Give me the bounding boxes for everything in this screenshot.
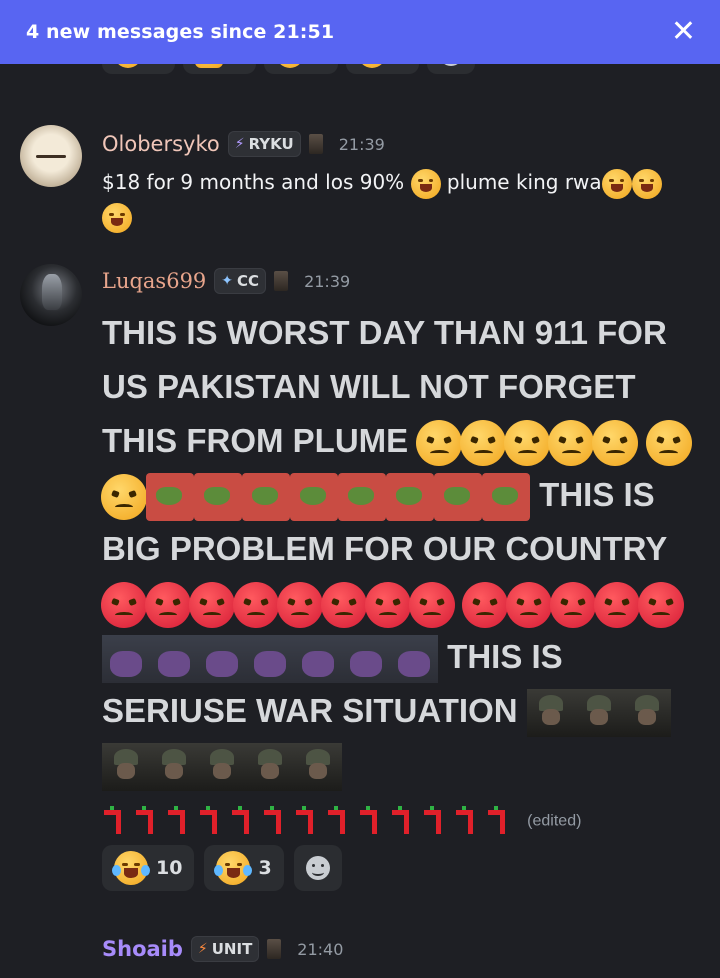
add-reaction-button[interactable] <box>293 845 342 891</box>
avatar[interactable] <box>20 125 82 187</box>
pepe-rage-icon <box>434 473 482 522</box>
rage-face-icon <box>550 582 597 629</box>
chart-down-icon <box>198 806 228 836</box>
message-olobersyko: Olobersyko ⚡ RYKU 21:39 $18 for 9 months… <box>0 125 720 245</box>
rage-face-icon <box>233 582 279 629</box>
angry-face-icon <box>548 420 595 467</box>
chart-down-icon <box>294 806 324 836</box>
chart-down-icon <box>102 806 132 836</box>
chart-down-icon <box>326 806 356 836</box>
angry-face-icon <box>460 420 507 467</box>
chart-down-icon <box>166 806 196 836</box>
rofl-icon <box>631 168 662 199</box>
timestamp: 21:40 <box>297 939 344 959</box>
soldier-icon <box>622 689 671 738</box>
reaction-bar: 10 3 <box>102 845 342 891</box>
soldier-icon <box>150 743 198 792</box>
rofl-icon <box>601 168 632 199</box>
rage-face-icon <box>506 582 553 629</box>
pepe-rage-icon <box>146 473 194 522</box>
angry-face-icon <box>592 420 639 467</box>
rofl-icon <box>410 168 441 199</box>
reaction-joy[interactable]: 3 <box>204 845 284 891</box>
rage-face-icon <box>145 582 191 629</box>
chart-down-icon <box>454 806 484 836</box>
pepe-rage-icon <box>242 473 290 522</box>
rage-face-icon <box>594 582 641 629</box>
rage-face-icon <box>321 582 367 629</box>
angry-cat-icon <box>390 635 438 684</box>
new-messages-banner[interactable]: 4 new messages since 21:51 ✕ <box>0 0 720 64</box>
soldier-icon <box>102 743 150 792</box>
rage-face-icon <box>462 582 509 629</box>
rage-face-icon <box>638 582 685 629</box>
soldier-icon <box>198 743 246 792</box>
pepe-rage-icon <box>482 473 530 522</box>
smile-icon <box>305 856 330 880</box>
server-tag[interactable]: ⚡ UNIT <box>190 936 260 962</box>
chart-down-icon <box>262 806 292 836</box>
pepe-rage-icon <box>290 473 338 522</box>
message-luqas699: Luqas699 ✦ CC 21:39 THIS IS WORST DAY TH… <box>0 260 720 900</box>
username[interactable]: Shoaib <box>102 937 183 961</box>
rofl-icon <box>112 851 150 885</box>
chart-down-icon <box>134 806 164 836</box>
soldier-icon <box>574 689 623 738</box>
server-tag[interactable]: ✦ CC <box>214 268 267 294</box>
reaction-rofl[interactable]: 10 <box>102 845 195 891</box>
close-icon[interactable]: ✕ <box>671 17 696 47</box>
angry-face-icon <box>416 420 463 467</box>
message-content: THIS IS WORST DAY THAN 911 FOR US PAKIST… <box>101 306 702 848</box>
angry-cat-icon <box>198 635 246 684</box>
angry-cat-icon <box>150 635 198 684</box>
chart-down-icon <box>422 806 452 836</box>
chart-down-icon <box>390 806 420 836</box>
role-icon <box>267 939 282 959</box>
timestamp: 21:39 <box>338 134 385 154</box>
server-tag[interactable]: ⚡ RYKU <box>227 131 301 157</box>
username[interactable]: Olobersyko <box>102 132 220 156</box>
soldier-icon <box>526 689 575 738</box>
avatar[interactable] <box>20 264 82 326</box>
pepe-rage-icon <box>194 473 242 522</box>
chart-down-icon <box>358 806 388 836</box>
rage-face-icon <box>189 582 235 629</box>
angry-face-icon <box>101 474 147 521</box>
message-shoaib: Shoaib ⚡ UNIT 21:40 <box>0 930 720 978</box>
angry-cat-icon <box>102 635 150 684</box>
role-icon <box>274 271 289 291</box>
rage-face-icon <box>101 582 147 629</box>
lightning-icon: ⚡ <box>197 941 208 957</box>
rage-face-icon <box>409 582 455 629</box>
angry-cat-icon <box>342 635 390 684</box>
angry-face-icon <box>645 420 692 467</box>
edited-label: (edited) <box>527 812 582 830</box>
pepe-rage-icon <box>338 473 386 522</box>
pepe-rage-icon <box>386 473 434 522</box>
lightning-icon: ⚡ <box>234 136 245 152</box>
soldier-icon <box>246 743 294 792</box>
angry-cat-icon <box>246 635 294 684</box>
rofl-icon <box>102 202 132 233</box>
angry-face-icon <box>504 420 551 467</box>
new-messages-text: 4 new messages since 21:51 <box>26 21 335 43</box>
username[interactable]: Luqas699 <box>102 269 206 293</box>
chart-down-icon <box>486 806 516 836</box>
angry-cat-icon <box>294 635 342 684</box>
message-content: $18 for 9 months and los 90% plume king … <box>102 165 702 233</box>
role-icon <box>308 134 323 154</box>
diamond-icon: ✦ <box>221 273 234 289</box>
joy-icon <box>214 851 253 885</box>
timestamp: 21:39 <box>304 271 351 291</box>
rage-face-icon <box>277 582 323 629</box>
chart-down-icon <box>230 806 260 836</box>
soldier-icon <box>294 743 342 792</box>
rage-face-icon <box>365 582 411 629</box>
